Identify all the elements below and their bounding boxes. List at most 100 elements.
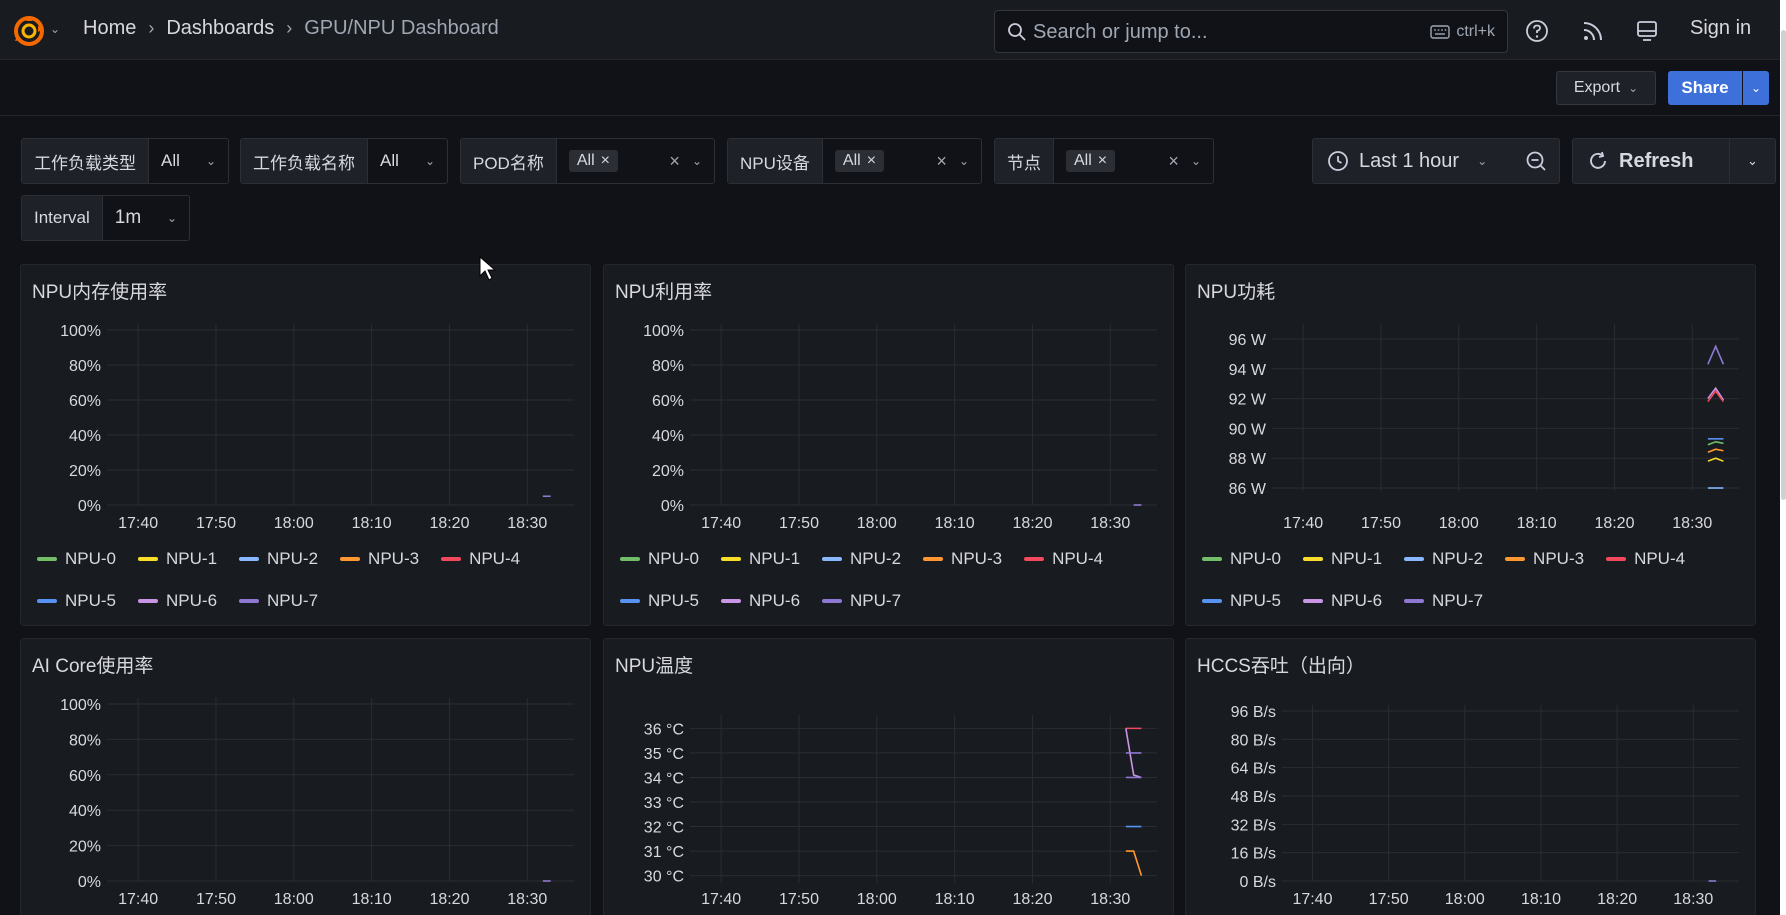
- y-tick-label: 90 W: [1229, 421, 1267, 438]
- legend-item[interactable]: NPU-4: [441, 548, 520, 570]
- chevron-down-icon[interactable]: ⌄: [50, 22, 60, 36]
- refresh-button[interactable]: Refresh: [1572, 138, 1730, 184]
- legend-label: NPU-7: [1432, 591, 1484, 610]
- y-tick-label: 40%: [69, 428, 101, 445]
- clear-icon[interactable]: ×: [1168, 151, 1179, 172]
- panel-npu-power[interactable]: NPU功耗 86 W 88 W 90 W 92 W 94 W 96 W 17:40 17:50…: [1185, 264, 1756, 626]
- kiosk-icon[interactable]: [1634, 18, 1660, 44]
- remove-icon[interactable]: ×: [867, 152, 876, 170]
- legend-item[interactable]: NPU-4: [1024, 548, 1103, 570]
- chevron-down-icon: ⌄: [1477, 154, 1488, 168]
- refresh-interval-chevron-icon[interactable]: ⌄: [1730, 138, 1776, 184]
- legend-item[interactable]: NPU-1: [1303, 548, 1382, 570]
- legend-item[interactable]: NPU-5: [1202, 590, 1281, 612]
- selected-chip[interactable]: All ×: [834, 150, 885, 172]
- x-tick-label: 18:10: [352, 891, 392, 908]
- panel-npu-memory-usage[interactable]: NPU内存使用率 0% 20% 40% 60% 80% 100% 17:40 17:50 18:…: [20, 264, 591, 626]
- variable-workload-type[interactable]: 工作负载类型 All ⌄: [21, 138, 229, 184]
- legend-item[interactable]: NPU-3: [340, 548, 419, 570]
- legend-swatch: [1202, 557, 1222, 561]
- legend-item[interactable]: NPU-2: [239, 548, 318, 570]
- share-button[interactable]: Share: [1668, 71, 1742, 105]
- legend-label: NPU-2: [1432, 549, 1484, 568]
- y-tick-label: 92 W: [1229, 392, 1267, 409]
- chart-canvas[interactable]: 0% 20% 40% 60% 80% 100% 17:40 17:50 18:00 18:10 18…: [21, 639, 590, 915]
- time-range-picker[interactable]: Last 1 hour ⌄: [1312, 138, 1518, 184]
- legend-item[interactable]: NPU-2: [1404, 548, 1483, 570]
- rss-icon[interactable]: [1580, 18, 1606, 44]
- panel-hccs-throughput-out[interactable]: HCCS吞吐（出向） 0 B/s 16 B/s 32 B/s 48 B/s 64 B/s…: [1185, 638, 1756, 915]
- page-scrollbar-thumb[interactable]: [1781, 30, 1786, 500]
- legend-swatch: [37, 599, 57, 603]
- legend-swatch: [239, 599, 260, 603]
- legend-item[interactable]: NPU-6: [138, 590, 217, 612]
- remove-icon[interactable]: ×: [601, 152, 610, 170]
- variable-label: 工作负载类型: [22, 139, 149, 183]
- y-tick-label: 0%: [661, 498, 684, 515]
- chevron-down-icon: ⌄: [166, 211, 177, 225]
- legend-item[interactable]: NPU-3: [923, 548, 1002, 570]
- variable-npu-device[interactable]: NPU设备 All × × ⌄: [727, 138, 982, 184]
- series-line-npu-3[interactable]: [1707, 448, 1724, 453]
- legend-item[interactable]: NPU-3: [1505, 548, 1584, 570]
- legend-item[interactable]: NPU-5: [37, 590, 116, 612]
- legend-item[interactable]: NPU-0: [620, 548, 699, 570]
- legend-swatch: [37, 557, 57, 561]
- sign-in-link[interactable]: Sign in: [1690, 17, 1751, 40]
- legend-item[interactable]: NPU-6: [721, 590, 800, 612]
- remove-icon[interactable]: ×: [1098, 152, 1107, 170]
- selected-chip[interactable]: All ×: [1066, 150, 1116, 172]
- breadcrumb: Home › Dashboards › GPU/NPU Dashboard: [83, 17, 499, 40]
- series-line-npu-7[interactable]: [1707, 344, 1725, 365]
- panel-npu-utilization[interactable]: NPU利用率 0% 20% 40% 60% 80% 100% 17:40 17:50 18:00…: [603, 264, 1174, 626]
- legend-item[interactable]: NPU-7: [1404, 590, 1483, 612]
- help-icon[interactable]: [1524, 18, 1550, 44]
- breadcrumb-home[interactable]: Home: [83, 17, 136, 40]
- y-tick-label: 64 B/s: [1231, 761, 1276, 778]
- x-tick-label: 18:30: [507, 891, 547, 908]
- legend-label: NPU-1: [166, 549, 218, 568]
- variable-interval[interactable]: Interval 1m ⌄: [21, 195, 190, 241]
- y-tick-label: 60%: [652, 393, 684, 410]
- export-label: Export: [1573, 79, 1621, 96]
- zoom-out-button[interactable]: [1512, 138, 1560, 184]
- legend-item[interactable]: NPU-5: [620, 590, 699, 612]
- panel-npu-temperature[interactable]: NPU温度 30 °C 31 °C 32 °C 33 °C 34 °C 35 °C 36 °…: [603, 638, 1174, 915]
- variable-pod-name[interactable]: POD名称 All × × ⌄: [460, 138, 715, 184]
- legend-item[interactable]: NPU-6: [1303, 590, 1382, 612]
- legend-item[interactable]: NPU-0: [37, 548, 116, 570]
- grafana-logo-icon[interactable]: [12, 14, 46, 48]
- selected-chip[interactable]: All ×: [568, 150, 618, 172]
- legend-label: NPU-7: [850, 591, 902, 610]
- legend-item[interactable]: NPU-1: [138, 548, 217, 570]
- legend-item[interactable]: NPU-1: [721, 548, 800, 570]
- variable-workload-name[interactable]: 工作负载名称 All ⌄: [240, 138, 448, 184]
- share-menu-chevron-icon[interactable]: ⌄: [1743, 71, 1769, 105]
- variable-node[interactable]: 节点 All × × ⌄: [994, 138, 1214, 184]
- legend-item[interactable]: NPU-7: [239, 590, 318, 612]
- legend-swatch: [138, 599, 159, 603]
- y-tick-label: 0%: [78, 874, 101, 891]
- time-range-label: Last 1 hour: [1359, 149, 1460, 172]
- legend-item[interactable]: NPU-7: [822, 590, 901, 612]
- y-tick-label: 60%: [69, 393, 101, 410]
- series-line-npu-3[interactable]: [1125, 850, 1143, 876]
- clear-icon[interactable]: ×: [669, 151, 680, 172]
- variable-label: 工作负载名称: [241, 139, 368, 183]
- variable-value: All: [380, 151, 399, 170]
- series-line-npu-0[interactable]: [1707, 440, 1724, 446]
- legend-label: NPU-5: [65, 591, 117, 610]
- clear-icon[interactable]: ×: [936, 151, 947, 172]
- breadcrumb-dashboards[interactable]: Dashboards: [166, 17, 274, 40]
- keyboard-shortcut: ctrl+k: [1430, 23, 1495, 41]
- chart-canvas[interactable]: 30 °C 31 °C 32 °C 33 °C 34 °C 35 °C 36 °C 17:40…: [604, 639, 1173, 915]
- search-input[interactable]: Search or jump to... ctrl+k: [994, 10, 1508, 53]
- legend-swatch: [822, 599, 843, 603]
- legend-item[interactable]: NPU-4: [1606, 548, 1685, 570]
- legend-item[interactable]: NPU-0: [1202, 548, 1281, 570]
- export-button[interactable]: Export ⌄: [1556, 71, 1656, 105]
- legend-item[interactable]: NPU-2: [822, 548, 901, 570]
- chart-canvas[interactable]: 0 B/s 16 B/s 32 B/s 48 B/s 64 B/s 80 B/s 96 B/…: [1186, 639, 1755, 915]
- panel-ai-core-usage[interactable]: AI Core使用率 0% 20% 40% 60% 80% 100% 17:40 17:50 1…: [20, 638, 591, 915]
- x-tick-label: 17:40: [118, 515, 158, 532]
